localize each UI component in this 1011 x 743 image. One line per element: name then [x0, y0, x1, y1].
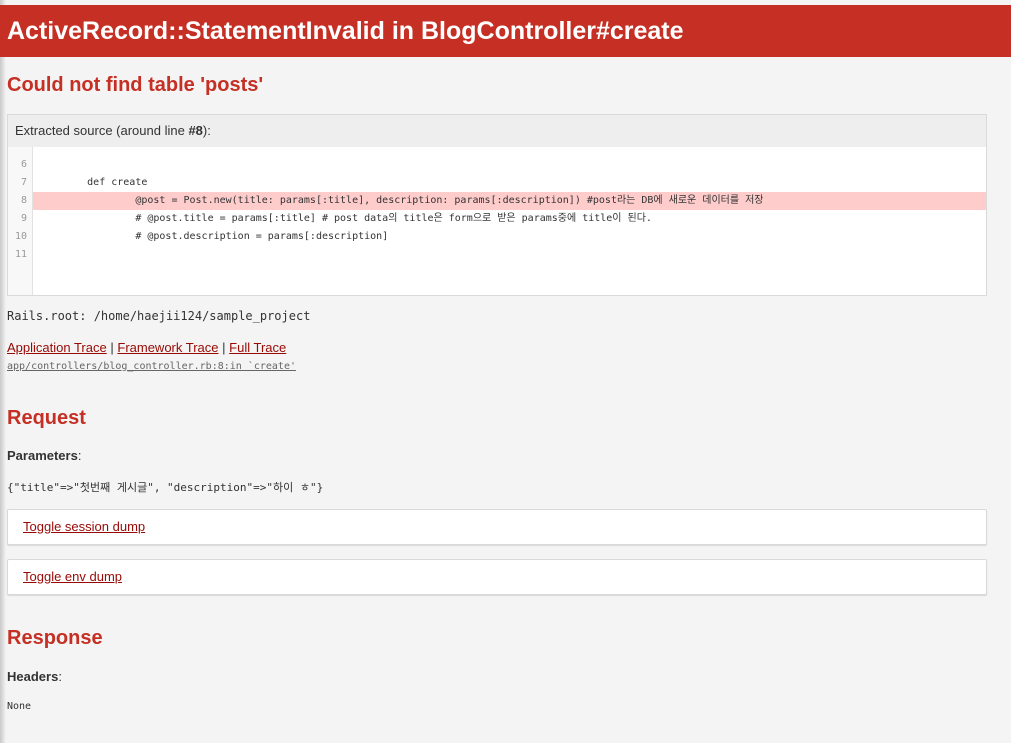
trace-separator: |: [110, 340, 114, 355]
line-code: # @post.description = params[:descriptio…: [39, 231, 389, 242]
source-line: 7 def create: [8, 174, 986, 192]
parameters-label-text: Parameters: [7, 448, 78, 463]
source-title-suffix: ):: [202, 123, 211, 138]
line-number: 9: [20, 213, 27, 224]
request-heading: Request: [7, 407, 86, 429]
source-line: 11: [8, 246, 986, 264]
parameters-label: Parameters:: [7, 448, 82, 463]
headers-value: None: [7, 701, 32, 712]
extracted-source-title: Extracted source (around line #8):: [8, 115, 986, 147]
headers-label: Headers:: [7, 669, 62, 684]
source-line: 10 # @post.description = params[:descrip…: [8, 228, 986, 246]
extracted-source-panel: Extracted source (around line #8): 6 7 d…: [7, 114, 987, 296]
error-header: ActiveRecord::StatementInvalid in BlogCo…: [0, 5, 1011, 57]
source-title-prefix: Extracted source (around line: [15, 123, 189, 138]
full-trace-link[interactable]: Full Trace: [229, 340, 286, 355]
source-code-area: 6 7 def create 8 @post = Post.new(title:…: [8, 147, 986, 295]
line-number: 6: [20, 159, 27, 170]
session-dump-panel: Toggle session dump: [7, 509, 987, 545]
trace-links: Application Trace | Framework Trace | Fu…: [7, 340, 286, 355]
source-title-line: #8: [188, 123, 203, 138]
env-dump-panel: Toggle env dump: [7, 559, 987, 595]
headers-label-text: Headers: [7, 669, 59, 684]
rails-root-path: Rails.root: /home/haejii124/sample_proje…: [7, 309, 311, 323]
source-line: 9 # @post.title = params[:title] # post …: [8, 210, 986, 228]
trace-separator: |: [222, 340, 226, 355]
line-number: 7: [20, 177, 27, 188]
error-message: Could not find table 'posts': [7, 74, 264, 96]
source-line: 6: [8, 156, 986, 174]
source-line-highlighted: 8 @post = Post.new(title: params[:title]…: [21, 192, 986, 210]
line-code: @post = Post.new(title: params[:title], …: [39, 195, 764, 206]
page-edge-shadow: [0, 0, 6, 743]
toggle-session-dump-link[interactable]: Toggle session dump: [23, 519, 145, 534]
line-code: # @post.title = params[:title] # post da…: [39, 213, 652, 224]
page-title: ActiveRecord::StatementInvalid in BlogCo…: [7, 17, 684, 45]
framework-trace-link[interactable]: Framework Trace: [117, 340, 218, 355]
response-heading: Response: [7, 627, 103, 649]
parameters-value: {"title"=>"첫번째 게시글", "description"=>"하이 …: [7, 481, 324, 494]
toggle-env-dump-link[interactable]: Toggle env dump: [23, 569, 122, 584]
line-number: 11: [14, 249, 27, 260]
trace-frame-link[interactable]: app/controllers/blog_controller.rb:8:in …: [7, 361, 296, 372]
line-number: 8: [20, 195, 27, 206]
application-trace-link[interactable]: Application Trace: [7, 340, 107, 355]
line-code: def create: [39, 177, 148, 188]
line-number: 10: [14, 231, 27, 242]
